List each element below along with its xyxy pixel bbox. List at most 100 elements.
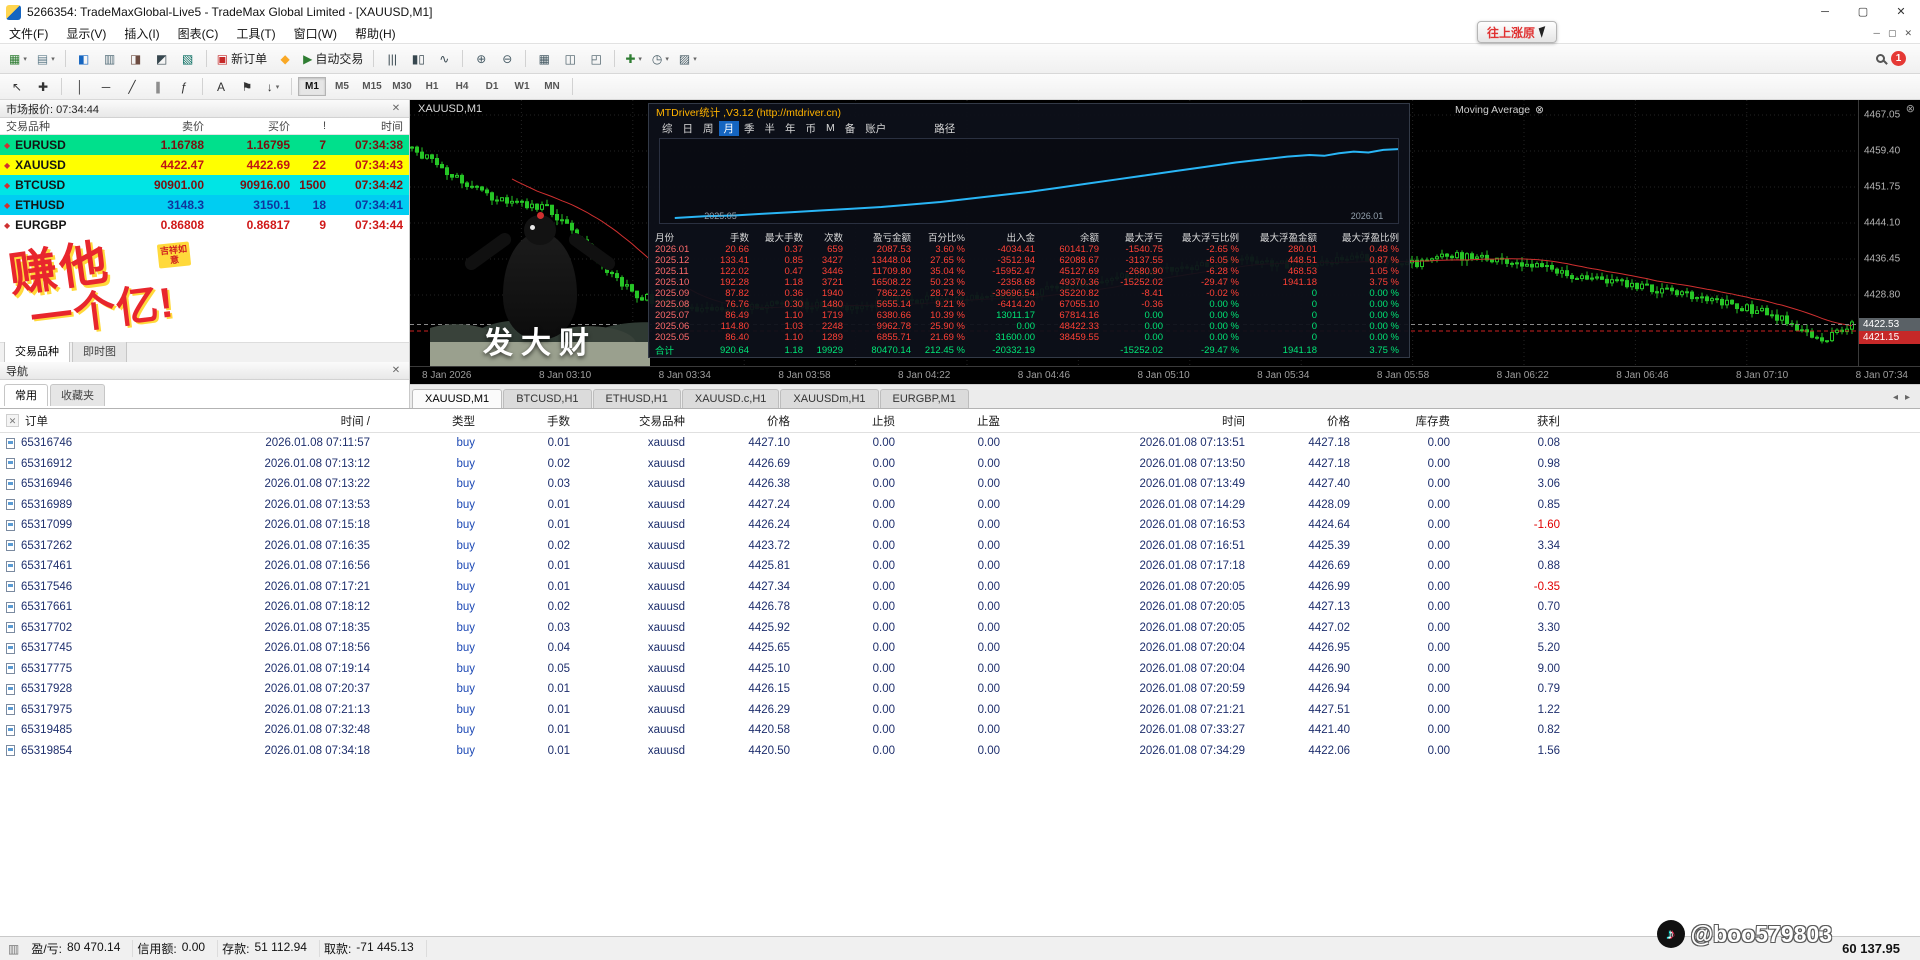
chart-tab-XAUUSD,M1[interactable]: XAUUSD,M1: [412, 389, 503, 408]
order-row-65317975[interactable]: 65317975 2026.01.08 07:21:13 buy 0.01 xauusd…: [0, 700, 1920, 721]
terminal-col-order-label[interactable]: 订单: [25, 413, 48, 429]
price-axis[interactable]: 4467.05 4459.40 4451.75 4444.10 4436.45 4428.…: [1858, 100, 1920, 366]
mw-col-4[interactable]: 时间: [332, 118, 409, 134]
chart-tab-BTCUSD,H1[interactable]: BTCUSD,H1: [503, 389, 592, 408]
crosshair-tool[interactable]: ✚: [31, 76, 55, 98]
timeframe-MN[interactable]: MN: [538, 77, 566, 96]
indicators-button[interactable]: ✚ ▾: [621, 48, 646, 70]
order-row-65317661[interactable]: 65317661 2026.01.08 07:18:12 buy 0.02 xauusd…: [0, 597, 1920, 618]
mw-col-1[interactable]: 卖价: [118, 118, 210, 134]
timeframe-M5[interactable]: M5: [328, 77, 356, 96]
tab-scroll-right-icon[interactable]: ▸: [1905, 392, 1910, 403]
market-watch-row-BTCUSD[interactable]: ◆ BTCUSD 90901.00 90916.00 1500 07:34:42: [0, 175, 409, 195]
order-row-65316989[interactable]: 65316989 2026.01.08 07:13:53 buy 0.01 xauusd…: [0, 495, 1920, 516]
chart-tab-ETHUSD,H1[interactable]: ETHUSD,H1: [592, 389, 681, 408]
autotrade-button[interactable]: ▶ 自动交易: [299, 48, 367, 70]
timeframe-M30[interactable]: M30: [388, 77, 416, 96]
market-watch-tab-交易品种[interactable]: 交易品种: [4, 340, 70, 362]
mtdriver-tab-日[interactable]: 日: [678, 121, 699, 136]
order-row-65319485[interactable]: 65319485 2026.01.08 07:32:48 buy 0.01 xauusd…: [0, 720, 1920, 741]
chart-corner-close-icon[interactable]: ⊗: [1906, 102, 1915, 115]
order-row-65317745[interactable]: 65317745 2026.01.08 07:18:56 buy 0.04 xauusd…: [0, 638, 1920, 659]
mtdriver-tab-账户[interactable]: 账户: [860, 121, 891, 136]
new-order-button[interactable]: ▣ 新订单: [213, 48, 271, 70]
timeframe-M15[interactable]: M15: [358, 77, 386, 96]
menu-item-6[interactable]: 帮助(H): [346, 25, 405, 42]
timeframe-W1[interactable]: W1: [508, 77, 536, 96]
terminal-toggle[interactable]: ◩: [150, 48, 174, 70]
mtdriver-tab-备[interactable]: 备: [840, 121, 861, 136]
mtdriver-tab-月[interactable]: 月: [718, 120, 739, 136]
order-row-65317775[interactable]: 65317775 2026.01.08 07:19:14 buy 0.05 xauusd…: [0, 659, 1920, 680]
chart-line-button[interactable]: ∿: [432, 48, 456, 70]
profiles-button[interactable]: ▤ ▾: [33, 48, 59, 70]
order-row-65317702[interactable]: 65317702 2026.01.08 07:18:35 buy 0.03 xauusd…: [0, 618, 1920, 639]
data-window-toggle[interactable]: ▥: [98, 48, 122, 70]
chart-tab-XAUUSDm,H1[interactable]: XAUUSDm,H1: [780, 389, 879, 408]
order-row-65317546[interactable]: 65317546 2026.01.08 07:17:21 buy 0.01 xauusd…: [0, 577, 1920, 598]
mw-col-2[interactable]: 买价: [210, 118, 296, 134]
market-watch-row-EURGBP[interactable]: ◆ EURGBP 0.86808 0.86817 9 07:34:44: [0, 215, 409, 235]
navigator-tab-常用[interactable]: 常用: [4, 384, 48, 406]
terminal-col-5[interactable]: 价格: [695, 413, 800, 429]
mtdriver-tab-M[interactable]: M: [821, 122, 840, 134]
market-watch-row-XAUUSD[interactable]: ◆ XAUUSD 4422.47 4422.69 22 07:34:43: [0, 155, 409, 175]
timeframe-H1[interactable]: H1: [418, 77, 446, 96]
cursor-tool[interactable]: ↖: [5, 76, 29, 98]
arrange-icons-button[interactable]: ◰: [584, 48, 608, 70]
fibonacci-tool[interactable]: ƒ: [172, 76, 196, 98]
chart-area[interactable]: XAUUSD,M1 Moving Average ⊗ ⊗ 发大财 MTDrive…: [410, 100, 1920, 384]
timeframe-M1[interactable]: M1: [298, 77, 326, 96]
notification-badge[interactable]: 1: [1891, 51, 1906, 66]
minimize-button[interactable]: ─: [1806, 0, 1844, 24]
templates-button[interactable]: ▨ ▾: [675, 48, 701, 70]
navigator-tab-收藏夹[interactable]: 收藏夹: [50, 384, 105, 406]
mw-col-3[interactable]: !: [296, 120, 332, 132]
child-restore-icon[interactable]: ▢: [1888, 28, 1897, 39]
mtdriver-tab-季[interactable]: 季: [739, 121, 760, 136]
chart-bars-button[interactable]: |||: [380, 48, 404, 70]
terminal-col-2[interactable]: 类型: [380, 413, 485, 429]
menu-item-4[interactable]: 工具(T): [227, 25, 284, 42]
mtdriver-tab-周[interactable]: 周: [698, 121, 719, 136]
child-minimize-icon[interactable]: ─: [1874, 28, 1880, 39]
text-tool[interactable]: A: [209, 76, 233, 98]
time-axis[interactable]: 8 Jan 2026 8 Jan 03:10 8 Jan 03:34 8 Jan 03…: [410, 366, 1920, 384]
strategy-tester-toggle[interactable]: ▧: [176, 48, 200, 70]
indicator-settings-icon[interactable]: ⊗: [1535, 104, 1544, 116]
terminal-col-6[interactable]: 止损: [800, 413, 905, 429]
market-watch-row-EURUSD[interactable]: ◆ EURUSD 1.16788 1.16795 7 07:34:38: [0, 135, 409, 155]
vertical-line-tool[interactable]: │: [68, 76, 92, 98]
mtdriver-tab-综[interactable]: 综: [657, 121, 678, 136]
order-row-65319854[interactable]: 65319854 2026.01.08 07:34:18 buy 0.01 xauusd…: [0, 741, 1920, 762]
chart-candles-button[interactable]: ▮▯: [406, 48, 430, 70]
timeframe-D1[interactable]: D1: [478, 77, 506, 96]
menu-item-5[interactable]: 窗口(W): [285, 25, 346, 42]
menu-item-3[interactable]: 图表(C): [169, 25, 228, 42]
label-tool[interactable]: ⚑: [235, 76, 259, 98]
trendline-tool[interactable]: ╱: [120, 76, 144, 98]
zoom-in-button[interactable]: ⊕: [469, 48, 493, 70]
terminal-col-9[interactable]: 价格: [1255, 413, 1360, 429]
float-overlay-button[interactable]: 往上涨原: [1477, 21, 1558, 43]
navigator-toggle[interactable]: ◨: [124, 48, 148, 70]
mw-col-0[interactable]: 交易品种: [0, 118, 118, 134]
order-row-65316912[interactable]: 65316912 2026.01.08 07:13:12 buy 0.02 xauusd…: [0, 454, 1920, 475]
order-row-65317099[interactable]: 65317099 2026.01.08 07:15:18 buy 0.01 xauusd…: [0, 515, 1920, 536]
mtdriver-tab-币[interactable]: 币: [801, 121, 822, 136]
periods-button[interactable]: ◷ ▾: [648, 48, 673, 70]
terminal-col-10[interactable]: 库存费: [1360, 413, 1460, 429]
terminal-col-1[interactable]: 时间 /: [130, 413, 380, 429]
menu-item-0[interactable]: 文件(F): [0, 25, 57, 42]
terminal-col-8[interactable]: 时间: [1010, 413, 1255, 429]
channel-tool[interactable]: ∥: [146, 76, 170, 98]
mtdriver-tab-半[interactable]: 半: [760, 121, 781, 136]
metaeditor-button[interactable]: ◆: [273, 48, 297, 70]
market-watch-row-ETHUSD[interactable]: ◆ ETHUSD 3148.3 3150.1 18 07:34:41: [0, 195, 409, 215]
chart-tab-XAUUSD.c,H1[interactable]: XAUUSD.c,H1: [681, 389, 780, 408]
mtdriver-tab-path[interactable]: 路径: [929, 121, 960, 136]
menu-item-1[interactable]: 显示(V): [57, 25, 115, 42]
market-watch-toggle[interactable]: ◧: [72, 48, 96, 70]
terminal-col-4[interactable]: 交易品种: [580, 413, 695, 429]
chart-tab-EURGBP,M1[interactable]: EURGBP,M1: [879, 389, 969, 408]
